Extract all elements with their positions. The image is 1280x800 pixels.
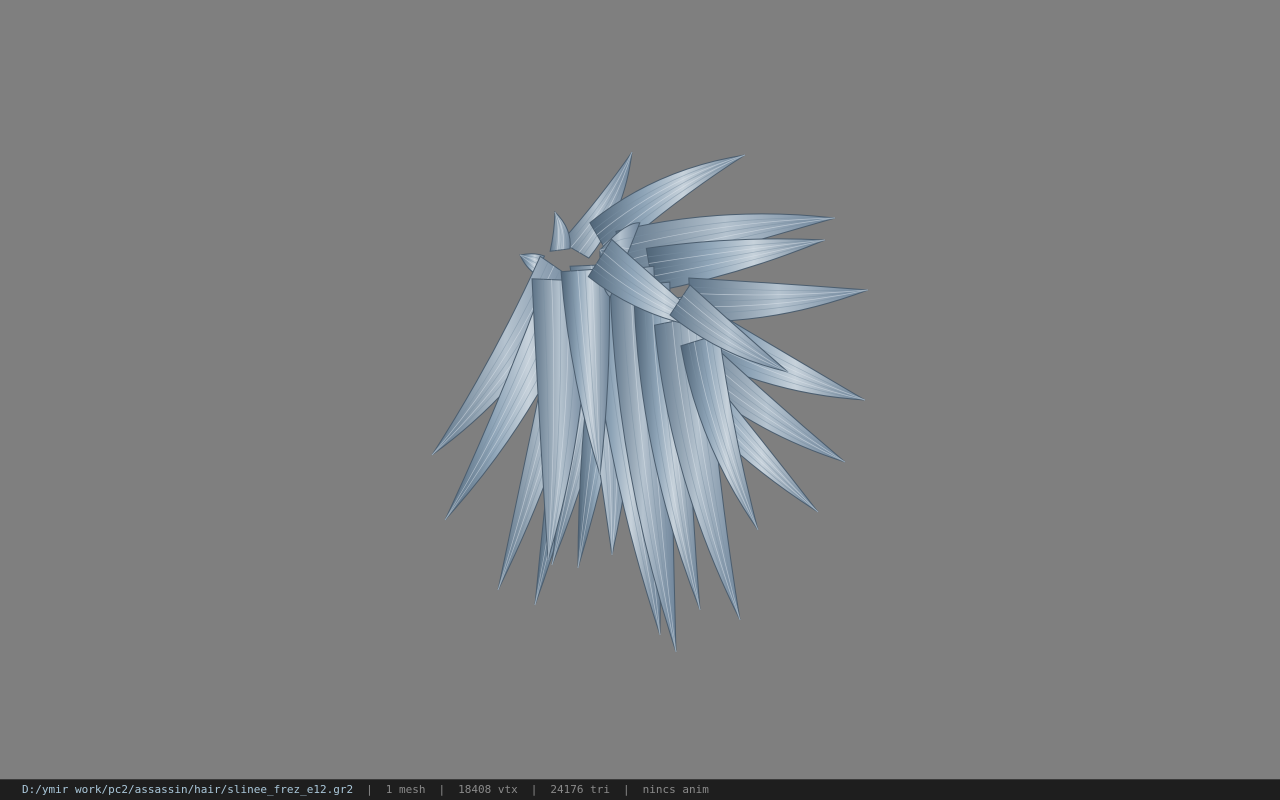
mesh-count-label: 1 mesh [385,783,426,796]
animation-status-label: nincs anim [642,783,709,796]
status-separator: | [530,783,538,796]
triangle-count-label: 24176 tri [550,783,610,796]
status-separator: | [622,783,630,796]
file-path-label: D:/ymir work/pc2/assassin/hair/slinee_fr… [22,783,354,796]
hair-model-render [431,151,869,653]
3d-viewport[interactable] [0,0,1280,779]
hair-spike [549,210,571,252]
status-separator: | [366,783,373,796]
status-separator: | [438,783,446,796]
vertex-count-label: 18408 vtx [458,783,518,796]
status-bar: D:/ymir work/pc2/assassin/hair/slinee_fr… [0,779,1280,800]
